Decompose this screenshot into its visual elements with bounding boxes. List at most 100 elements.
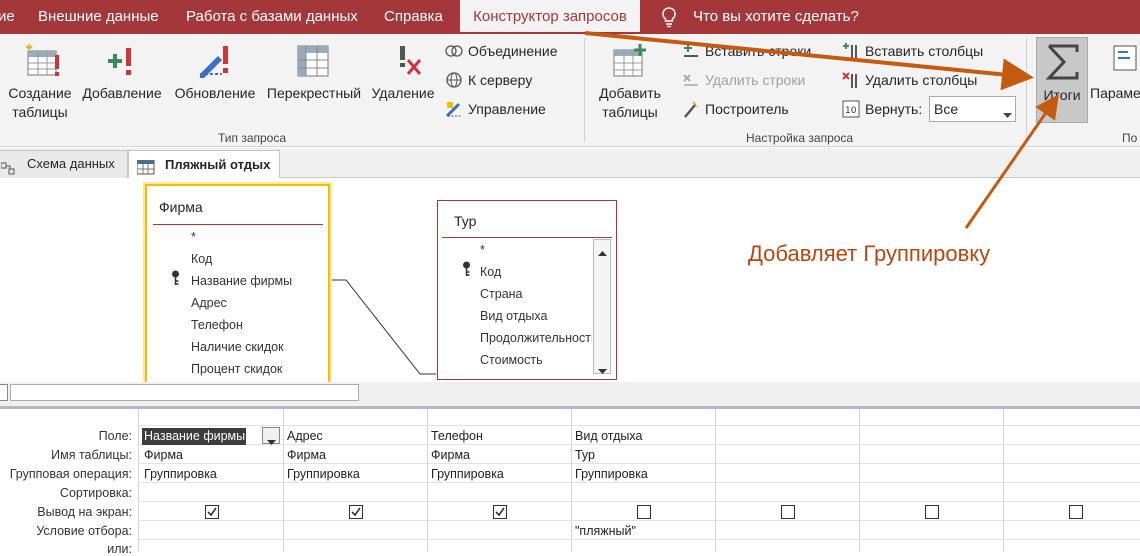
- return-select-value: Все: [934, 101, 959, 117]
- divider: [153, 224, 323, 225]
- row-label-field: Поле:: [98, 429, 132, 443]
- table-tour[interactable]: Тур * Код Страна Вид отдыха Продолжитель…: [437, 200, 617, 380]
- cell-field-2[interactable]: Адрес: [287, 429, 323, 443]
- field-address[interactable]: Адрес: [191, 296, 227, 310]
- field-all[interactable]: *: [191, 230, 196, 244]
- cell-field-3[interactable]: Телефон: [431, 429, 483, 443]
- return-icon: 10: [842, 100, 860, 123]
- show-checkbox-4[interactable]: [637, 505, 651, 519]
- tab-database-tools[interactable]: Работа с базами данных: [186, 0, 358, 34]
- builder-icon: [682, 101, 700, 124]
- query-design-area: Фирма * Код Название фирмы Адрес Телефон…: [0, 178, 1140, 384]
- parameters-button[interactable]: Парамет: [1090, 84, 1140, 103]
- table-firm-title: Фирма: [159, 199, 203, 215]
- show-checkbox-2[interactable]: [349, 505, 363, 519]
- scrollbar[interactable]: [593, 239, 611, 374]
- append-button[interactable]: Добавление: [78, 84, 166, 103]
- builder-button[interactable]: Построитель: [705, 98, 789, 120]
- tab-help[interactable]: Справка: [384, 0, 443, 34]
- menu-bar: ие Внешние данные Работа с базами данных…: [0, 0, 1140, 34]
- field-discount-percent[interactable]: Процент скидок: [191, 362, 282, 376]
- field-all[interactable]: *: [480, 243, 485, 257]
- cell-total-1[interactable]: Группировка: [144, 467, 217, 481]
- divider: [442, 237, 612, 238]
- chevron-down-icon: [1003, 106, 1012, 124]
- show-checkbox-6[interactable]: [925, 505, 939, 519]
- add-tables-button[interactable]: Добавить таблицы: [592, 84, 668, 122]
- field-code[interactable]: Код: [480, 265, 501, 279]
- crosstab-icon: [296, 44, 330, 83]
- cell-total-2[interactable]: Группировка: [287, 467, 360, 481]
- parameters-icon: [1112, 44, 1140, 79]
- data-definition-button[interactable]: Управление: [468, 98, 546, 120]
- field-country[interactable]: Страна: [480, 287, 523, 301]
- totals-button[interactable]: Итоги: [1036, 37, 1088, 123]
- cell-table-2[interactable]: Фирма: [287, 448, 326, 462]
- row-label-show: Вывод на экран:: [37, 505, 132, 519]
- field-duration[interactable]: Продолжительность: [480, 331, 592, 345]
- field-dropdown[interactable]: [262, 427, 280, 445]
- field-discounts[interactable]: Наличие скидок: [191, 340, 284, 354]
- field-vacation-type[interactable]: Вид отдыха: [480, 309, 547, 323]
- show-checkbox-3[interactable]: [493, 505, 507, 519]
- scroll-up-icon[interactable]: [598, 244, 607, 262]
- cell-table-1[interactable]: Фирма: [144, 448, 183, 462]
- delete-columns-icon: [842, 71, 860, 94]
- show-checkbox-1[interactable]: [205, 505, 219, 519]
- append-icon: [104, 44, 138, 83]
- grid-line: [859, 409, 860, 551]
- show-checkbox-7[interactable]: [1069, 505, 1083, 519]
- tab-external-data[interactable]: Внешние данные: [38, 0, 159, 34]
- splitter[interactable]: [0, 382, 1140, 406]
- show-checkbox-5[interactable]: [781, 505, 795, 519]
- cell-field-4[interactable]: Вид отдыха: [575, 429, 642, 443]
- crosstab-button[interactable]: Перекрестный: [262, 84, 366, 103]
- cell-table-4[interactable]: Тур: [575, 448, 595, 462]
- cell-criteria-4[interactable]: "пляжный": [575, 524, 636, 538]
- relationship-line: [332, 279, 436, 375]
- tab-query-design[interactable]: Конструктор запросов: [460, 0, 640, 34]
- tab-create[interactable]: ие: [0, 0, 15, 34]
- grid-line: [571, 409, 572, 551]
- make-table-button[interactable]: Создание таблицы: [6, 84, 74, 122]
- sigma-icon: [1045, 42, 1081, 87]
- insert-columns-button[interactable]: Вставить столбцы: [865, 40, 983, 62]
- row-label-sort: Сортировка:: [59, 486, 132, 500]
- scroll-down-icon[interactable]: [598, 362, 607, 380]
- cell-total-3[interactable]: Группировка: [431, 467, 504, 481]
- delete-query-button[interactable]: Удаление: [368, 84, 438, 103]
- row-label-total: Групповая операция:: [9, 467, 132, 481]
- table-firm[interactable]: Фирма * Код Название фирмы Адрес Телефон…: [145, 184, 330, 384]
- return-select[interactable]: Все: [929, 96, 1016, 122]
- ribbon-separator: [584, 38, 585, 142]
- tab-relationships[interactable]: Схема данных: [0, 150, 128, 178]
- insert-rows-icon: [682, 44, 700, 65]
- field-phone[interactable]: Телефон: [191, 318, 243, 332]
- return-label: Вернуть:: [865, 101, 923, 117]
- field-cost[interactable]: Стоимость: [480, 353, 543, 367]
- grid-line: [138, 409, 139, 551]
- grid-line: [283, 409, 284, 551]
- union-button[interactable]: Объединение: [468, 40, 558, 62]
- field-company-name[interactable]: Название фирмы: [191, 274, 292, 288]
- insert-rows-button[interactable]: Вставить строки: [705, 40, 811, 62]
- field-cell-selected[interactable]: Название фирмы: [142, 428, 246, 445]
- pass-through-button[interactable]: К серверу: [468, 69, 532, 91]
- update-button[interactable]: Обновление: [170, 84, 260, 103]
- delete-rows-button[interactable]: Удалить строки: [705, 69, 805, 91]
- tab-beach-vacation[interactable]: Пляжный отдых: [128, 150, 280, 180]
- cell-field-1: Название фирмы: [144, 429, 246, 443]
- tell-me-search[interactable]: Что вы хотите сделать?: [693, 0, 859, 34]
- grid-line: [715, 409, 716, 551]
- tab-relationships-label: Схема данных: [27, 156, 115, 171]
- group-label-query-type: Тип запроса: [218, 131, 287, 145]
- scrollbar-handle[interactable]: [0, 384, 8, 401]
- cell-total-4[interactable]: Группировка: [575, 467, 648, 481]
- cell-table-3[interactable]: Фирма: [431, 448, 470, 462]
- field-code[interactable]: Код: [191, 252, 212, 266]
- insert-columns-icon: [842, 42, 860, 65]
- horizontal-scrollbar[interactable]: [10, 384, 359, 401]
- delete-columns-button[interactable]: Удалить столбцы: [865, 69, 977, 91]
- data-definition-icon: [445, 100, 463, 123]
- delete-query-icon: [392, 44, 428, 83]
